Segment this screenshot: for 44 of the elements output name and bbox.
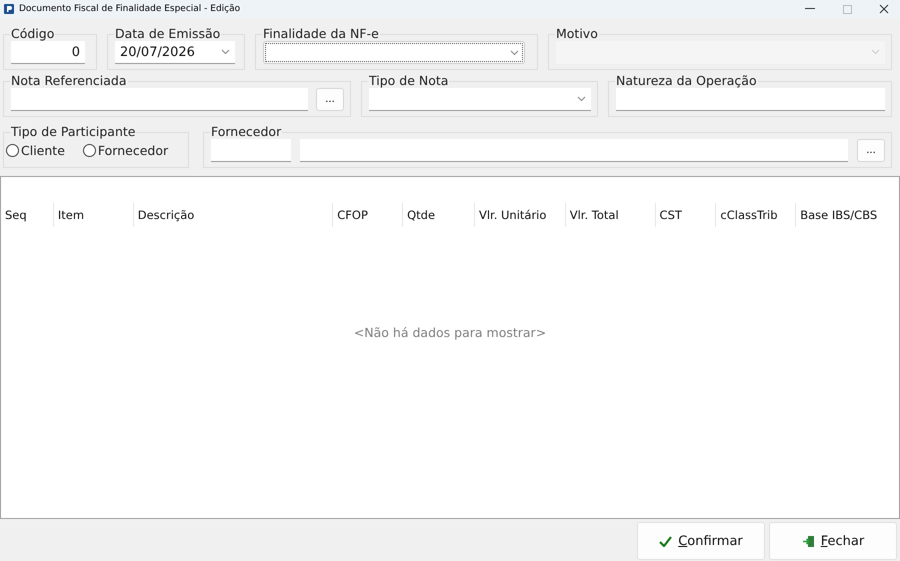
column-header[interactable]: CFOP (332, 203, 402, 227)
exit-door-icon (802, 534, 815, 548)
column-header[interactable]: Base IBS/CBS (795, 203, 900, 227)
column-header[interactable]: Descrição (132, 203, 332, 227)
minimize-icon (805, 8, 815, 10)
window-title: Documento Fiscal de Finalidade Especial - Edição (19, 4, 242, 14)
column-header[interactable]: Vlr. Unitário (474, 203, 565, 227)
column-header[interactable]: Qtde (402, 203, 474, 227)
field-label: Fornecedor (210, 125, 282, 139)
dropdown[interactable] (263, 41, 525, 64)
chevron-down-icon (221, 49, 230, 55)
text-field[interactable] (11, 88, 308, 111)
field-label: Tipo de Nota (368, 74, 450, 88)
date-picker[interactable]: 20/07/2026 (115, 41, 235, 64)
text-field[interactable] (300, 139, 848, 162)
chevron-down-icon (871, 49, 880, 55)
chevron-down-icon (577, 96, 586, 102)
browse-button[interactable]: ... (857, 139, 885, 162)
field-label: Nota Referenciada (10, 74, 128, 88)
column-header[interactable]: CST (654, 203, 716, 227)
field-label: Data de Emissão (114, 27, 222, 41)
column-header[interactable]: Seq (1, 203, 53, 227)
column-header[interactable]: cClassTrib (715, 203, 796, 227)
empty-message: <Não há dados para mostrar> (354, 325, 546, 340)
text-field[interactable] (616, 88, 885, 111)
code-field[interactable] (211, 139, 291, 162)
code-field[interactable]: 0 (11, 41, 85, 64)
maximize-icon (842, 4, 852, 14)
browse-button[interactable]: ... (316, 88, 344, 111)
column-header[interactable]: Item (52, 203, 133, 227)
column-header[interactable]: Vlr. Total (564, 203, 655, 227)
group-label: Tipo de Participante (10, 125, 136, 139)
radio-button[interactable]: Fornecedor (82, 143, 168, 158)
confirm-button[interactable]: Confirmar (637, 522, 765, 560)
field-label: Motivo (555, 27, 599, 41)
close-button[interactable]: Fechar (769, 522, 897, 560)
field-label: Código (10, 27, 56, 41)
check-icon (659, 536, 672, 546)
close-icon (879, 4, 889, 14)
radio-button[interactable]: Cliente (6, 143, 65, 158)
chevron-down-icon (510, 50, 519, 56)
app-logo-icon (4, 4, 14, 14)
field-label: Finalidade da NF-e (262, 27, 380, 41)
field-label: Natureza da Operação (615, 74, 758, 88)
